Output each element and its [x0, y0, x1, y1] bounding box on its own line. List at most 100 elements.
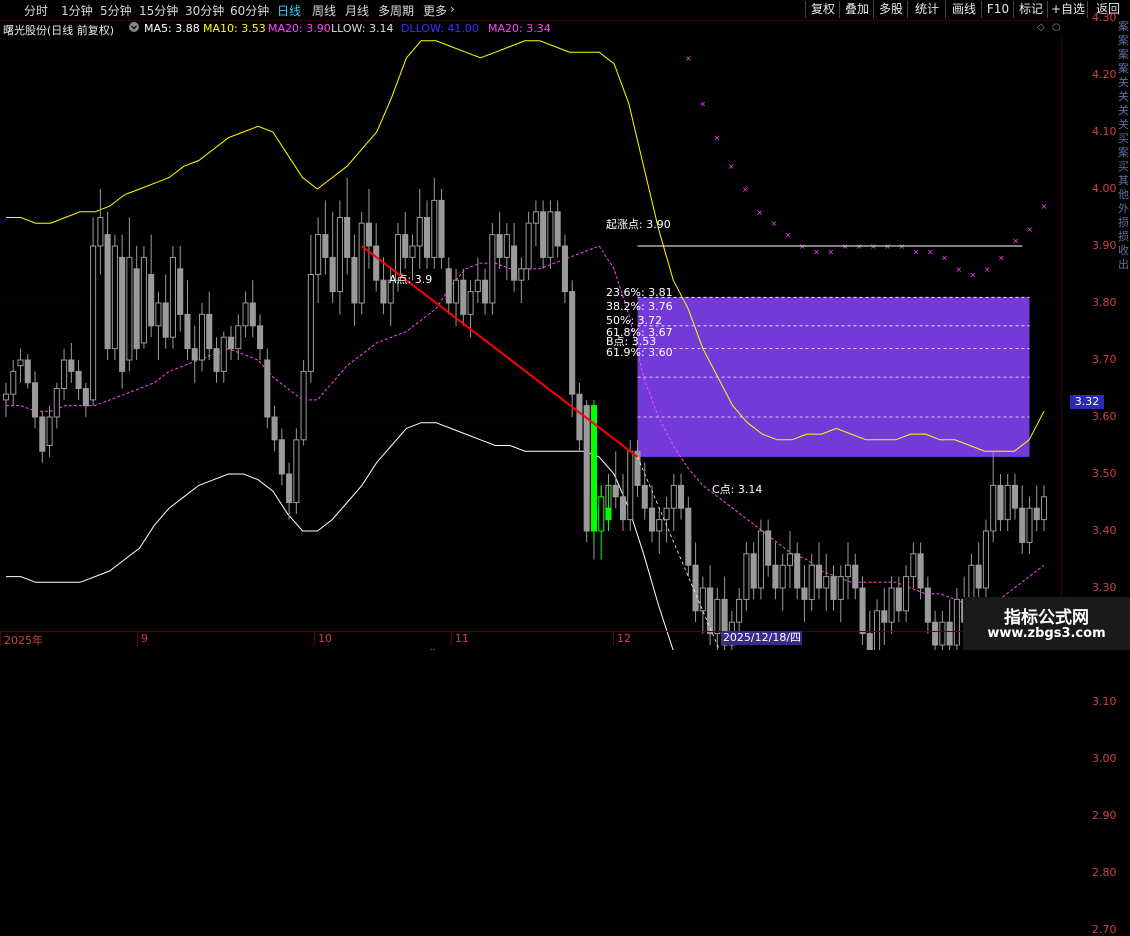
legend-dllow: DLLOW: 41.00 [401, 22, 479, 35]
candlestick-chart[interactable]: ××××××××××××××××××××××××××××××××××××××××… [0, 0, 1130, 650]
candle-body [773, 565, 778, 588]
fib-level-label: 23.6%: 3.81 [606, 286, 673, 299]
candle-body [207, 314, 212, 348]
candle-body-highlight [599, 497, 604, 531]
candle-body [403, 235, 408, 258]
candle-body [512, 246, 517, 280]
overlay-button[interactable]: 叠加 [839, 1, 874, 18]
candle-body [468, 292, 473, 315]
candle-body [199, 314, 204, 360]
mark-button[interactable]: 标记 [1013, 1, 1048, 18]
candle-body [780, 565, 785, 588]
candle-body [272, 417, 277, 440]
candle-body [686, 508, 691, 565]
period-tab-timeshare[interactable]: 分时 [24, 2, 48, 19]
candle-body [432, 200, 437, 257]
band-marker: × [984, 265, 991, 274]
date-label: 9 [137, 632, 148, 646]
candle-body [693, 565, 698, 611]
candle-body [40, 417, 45, 451]
period-tab-multi[interactable]: 多周期 [378, 2, 414, 19]
date-axis: 2025年 9 10 11 12 1 [0, 631, 1062, 651]
candle-body [831, 577, 836, 600]
candle-body [374, 246, 379, 280]
circle-icon[interactable]: ○ [1052, 22, 1061, 33]
price-tick-label: 3.90 [1092, 239, 1117, 252]
draw-line-button[interactable]: 画线 [945, 1, 982, 18]
period-tab-60min[interactable]: 60分钟 [230, 2, 269, 19]
candle-body [860, 588, 865, 634]
candle-body [424, 218, 429, 258]
period-tab-30min[interactable]: 30分钟 [185, 2, 224, 19]
candle-body [657, 520, 662, 531]
stock-title[interactable]: 曙光股份(日线 前复权) [3, 22, 114, 38]
side-text-strip[interactable]: 案案案案关关关关买案买其他外损损收出 [1118, 20, 1130, 632]
price-tick-label: 3.30 [1092, 581, 1117, 594]
candle-body [1020, 508, 1025, 542]
candle-body [345, 218, 350, 258]
candle-body [47, 417, 52, 446]
candle-body [976, 565, 981, 588]
period-tab-15min[interactable]: 15分钟 [139, 2, 178, 19]
candle-body [287, 474, 292, 503]
candle-body [679, 485, 684, 508]
candle-body [1027, 508, 1032, 542]
candle-body [323, 235, 328, 258]
candle-body [642, 485, 647, 508]
legend-llow: LLOW: 3.14 [331, 22, 393, 35]
candle-body [671, 485, 676, 508]
price-tick-label: 3.60 [1092, 410, 1117, 423]
period-tab-1min[interactable]: 1分钟 [61, 2, 93, 19]
last-price-label: 3.32 [1070, 395, 1104, 409]
band-marker: × [913, 248, 920, 257]
candle-body [359, 223, 364, 303]
candle-body [352, 257, 357, 303]
candle-body [504, 235, 509, 258]
start-point-label: 起涨点: 3.90 [606, 218, 671, 231]
period-tab-5min[interactable]: 5分钟 [100, 2, 132, 19]
period-tab-daily[interactable]: 日线 [277, 2, 301, 19]
band-marker: × [1026, 225, 1033, 234]
candle-body [809, 565, 814, 599]
band-marker: × [813, 248, 820, 257]
chevron-right-icon[interactable]: › [450, 2, 455, 16]
add-watchlist-button[interactable]: +自选 [1047, 1, 1088, 18]
band-marker: × [927, 248, 934, 257]
band-marker: × [742, 185, 749, 194]
legend-ma20-second: MA20: 3.34 [488, 22, 551, 35]
candle-body [141, 257, 146, 343]
band-marker: × [728, 162, 735, 171]
band-marker: × [770, 219, 777, 228]
period-tab-weekly[interactable]: 周线 [312, 2, 336, 19]
candle-body [54, 389, 59, 418]
date-label: 12 [613, 632, 631, 646]
candle-body [896, 588, 901, 611]
candle-body [519, 269, 524, 280]
restore-rights-button[interactable]: 复权 [805, 1, 840, 18]
f10-button[interactable]: F10 [981, 1, 1014, 18]
candle-body [258, 326, 263, 349]
period-tab-more[interactable]: 更多 [423, 2, 447, 19]
cursor-date-label: 2025/12/18/四 [722, 631, 802, 645]
candle-body [149, 275, 154, 326]
candle-body [337, 218, 342, 292]
price-tick-label: 3.00 [1092, 752, 1117, 765]
period-tab-monthly[interactable]: 月线 [345, 2, 369, 19]
candle-body [316, 235, 321, 275]
statistics-button[interactable]: 统计 [907, 1, 946, 18]
indicator-legend: 曙光股份(日线 前复权) MA5: 3.88 MA10: 3.53 MA20: … [0, 20, 1062, 37]
price-tick-label: 3.70 [1092, 353, 1117, 366]
candle-body [649, 508, 654, 531]
candle-body [918, 554, 923, 588]
circle-dropdown-icon[interactable] [128, 21, 140, 36]
fib-zone [638, 297, 1030, 457]
legend-ma10: MA10: 3.53 [203, 22, 266, 35]
date-label: 11 [451, 632, 469, 646]
candle-body [439, 200, 444, 257]
diamond-icon[interactable]: ◇ [1037, 22, 1045, 33]
candle-body [120, 257, 125, 371]
price-tick-label: 3.80 [1092, 296, 1117, 309]
point-c-label: C点: 3.14 [712, 483, 762, 496]
candle-body [737, 599, 742, 622]
multi-stock-button[interactable]: 多股 [873, 1, 908, 18]
